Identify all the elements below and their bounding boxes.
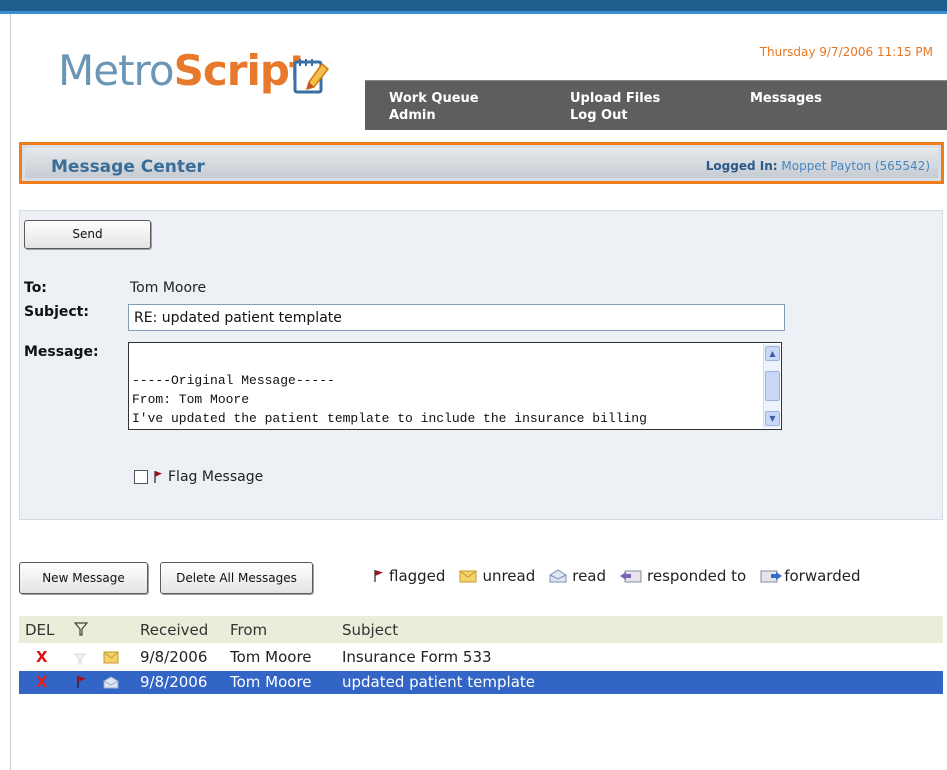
forwarded-envelope-icon bbox=[760, 570, 783, 583]
new-message-button[interactable]: New Message bbox=[19, 562, 148, 594]
delete-all-messages-button[interactable]: Delete All Messages bbox=[160, 562, 313, 594]
scroll-thumb[interactable] bbox=[765, 371, 780, 401]
legend-unread: unread bbox=[459, 567, 535, 585]
unread-envelope-icon bbox=[459, 570, 477, 583]
logged-in-info: Logged In: Moppet Payton (565542) bbox=[706, 159, 930, 173]
subject-text[interactable]: Insurance Form 533 bbox=[342, 648, 492, 666]
flag-icon bbox=[374, 570, 383, 582]
received-date: 9/8/2006 bbox=[140, 673, 208, 691]
subject-text[interactable]: updated patient template bbox=[342, 673, 535, 691]
delete-icon[interactable]: X bbox=[36, 648, 48, 666]
flag-message-label: Flag Message bbox=[168, 469, 264, 485]
legend-forwarded-label: forwarded bbox=[784, 567, 861, 585]
message-line: -----Original Message----- bbox=[132, 373, 335, 388]
delete-icon[interactable]: X bbox=[36, 673, 48, 691]
read-envelope-icon bbox=[549, 569, 567, 583]
received-date: 9/8/2006 bbox=[140, 648, 208, 666]
to-value: Tom Moore bbox=[130, 280, 207, 296]
table-row[interactable]: X 9/8/2006 Tom Moore Insurance Form 533 bbox=[19, 646, 943, 669]
flag-message-checkbox[interactable] bbox=[134, 470, 148, 484]
to-label: To: bbox=[24, 280, 47, 296]
col-flag[interactable] bbox=[73, 622, 89, 640]
message-scrollbar[interactable]: ▲ ▼ bbox=[763, 344, 780, 428]
message-textarea[interactable]: -----Original Message----- From: Tom Moor… bbox=[128, 342, 782, 430]
read-envelope-icon bbox=[103, 675, 119, 693]
unread-envelope-icon bbox=[103, 650, 119, 668]
from-name: Tom Moore bbox=[230, 648, 312, 666]
legend-responded: responded to bbox=[620, 567, 746, 585]
nav-work-queue[interactable]: Work Queue bbox=[389, 91, 479, 106]
nav-messages[interactable]: Messages bbox=[750, 91, 822, 106]
flag-placeholder-icon[interactable] bbox=[73, 651, 87, 669]
legend-read: read bbox=[549, 567, 606, 585]
table-row[interactable]: X 9/8/2006 Tom Moore updated patient tem… bbox=[19, 671, 943, 694]
legend-flagged: flagged bbox=[372, 567, 445, 585]
flag-message-row: Flag Message bbox=[134, 468, 263, 486]
legend-read-label: read bbox=[572, 567, 607, 585]
message-center-header: Message Center Logged In: Moppet Payton … bbox=[19, 142, 944, 184]
subject-input[interactable] bbox=[128, 304, 785, 331]
legend-flagged-label: flagged bbox=[389, 567, 446, 585]
flag-icon bbox=[154, 471, 162, 483]
status-legend: flagged unread read responded to forward… bbox=[372, 567, 874, 585]
legend-responded-label: responded to bbox=[647, 567, 747, 585]
notepad-pencil-icon bbox=[293, 59, 330, 94]
logged-in-label: Logged In: bbox=[705, 159, 778, 173]
logo-text-script: Script bbox=[173, 46, 309, 95]
messages-table-header: DEL Received From Subject bbox=[19, 616, 943, 643]
nav-admin[interactable]: Admin bbox=[389, 108, 436, 123]
filter-icon bbox=[73, 622, 89, 636]
message-line: I've updated the patient template to inc… bbox=[132, 411, 647, 426]
main-nav: Work Queue Admin Upload Files Log Out Me… bbox=[365, 80, 947, 130]
subject-label: Subject: bbox=[24, 304, 89, 320]
scroll-up-icon[interactable]: ▲ bbox=[765, 346, 780, 361]
flag-icon[interactable] bbox=[75, 675, 87, 693]
nav-upload-files[interactable]: Upload Files bbox=[570, 91, 660, 106]
logo-text-metro: Metro bbox=[58, 46, 175, 95]
message-line: From: Tom Moore bbox=[132, 392, 250, 407]
legend-forwarded: forwarded bbox=[760, 567, 860, 585]
left-divider bbox=[10, 14, 11, 770]
scroll-down-icon[interactable]: ▼ bbox=[765, 411, 780, 426]
col-received[interactable]: Received bbox=[140, 621, 208, 639]
send-button[interactable]: Send bbox=[24, 220, 151, 249]
message-body: -----Original Message----- From: Tom Moor… bbox=[132, 371, 647, 428]
top-bar bbox=[0, 0, 947, 14]
page-title: Message Center bbox=[51, 157, 205, 177]
responded-envelope-icon bbox=[620, 570, 642, 583]
col-del[interactable]: DEL bbox=[25, 621, 54, 639]
nav-log-out[interactable]: Log Out bbox=[570, 108, 628, 123]
col-subject[interactable]: Subject bbox=[342, 621, 398, 639]
col-from[interactable]: From bbox=[230, 621, 267, 639]
message-label: Message: bbox=[24, 344, 99, 360]
logged-in-user: Moppet Payton (565542) bbox=[781, 159, 930, 173]
current-datetime: Thursday 9/7/2006 11:15 PM bbox=[759, 45, 933, 59]
from-name: Tom Moore bbox=[230, 673, 312, 691]
app-logo: MetroScript bbox=[58, 50, 309, 92]
legend-unread-label: unread bbox=[482, 567, 536, 585]
